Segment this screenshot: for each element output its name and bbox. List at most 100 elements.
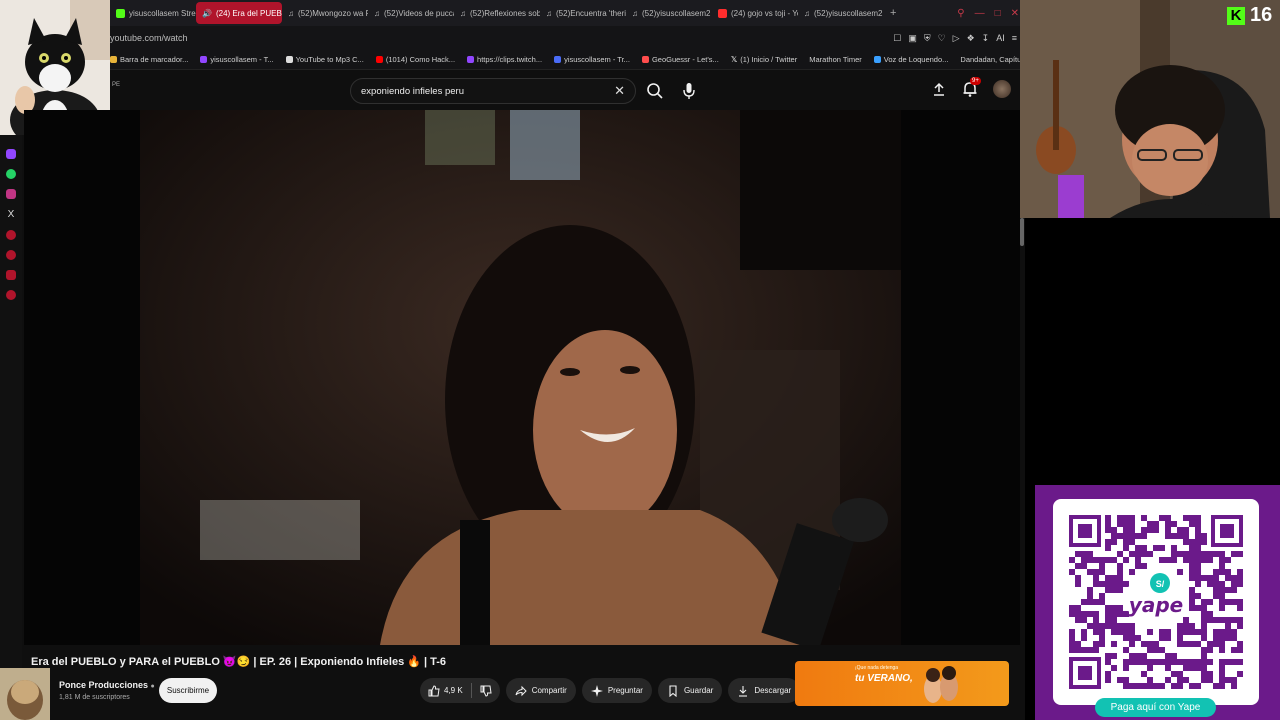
clear-search-icon[interactable]: ✕ xyxy=(614,83,625,99)
qr-module xyxy=(1225,677,1231,683)
subscribe-button[interactable]: Suscribirme xyxy=(159,678,217,703)
qr-module xyxy=(1207,677,1213,683)
like-button[interactable]: 4,9 K xyxy=(420,684,471,697)
bookmark-item[interactable]: GeoGuessr - Let's... xyxy=(641,55,719,64)
qr-module xyxy=(1213,641,1219,647)
browser-tab[interactable]: ♫ (52)yisuscollasem2 xyxy=(798,2,884,24)
new-tab-icon[interactable]: + xyxy=(884,7,902,19)
screenshot-icon[interactable]: ▣ xyxy=(908,33,917,44)
channel-avatar[interactable] xyxy=(0,668,50,720)
qr-module xyxy=(1129,635,1135,641)
qr-module xyxy=(1129,683,1135,689)
shield-icon[interactable]: ⛨ xyxy=(924,33,931,44)
bookmark-item[interactable]: (1014) Como Hack... xyxy=(375,55,455,64)
download-button[interactable]: Descargar xyxy=(728,678,801,703)
upload-icon[interactable] xyxy=(931,81,947,97)
bookmark-icon[interactable]: ☐ xyxy=(893,33,901,44)
ask-button[interactable]: Preguntar xyxy=(581,678,652,703)
browser-tab[interactable]: ♫ (52)Encuentra 'theric xyxy=(540,2,626,24)
qr-module xyxy=(1219,599,1225,605)
extension-icon[interactable] xyxy=(6,270,16,280)
bookmark-item[interactable]: Barra de marcador... xyxy=(110,55,188,64)
bookmark-item[interactable]: Dandadan, Capítul... xyxy=(960,55,1029,64)
play-icon[interactable]: ▷ xyxy=(953,33,960,44)
qr-module xyxy=(1081,635,1087,641)
save-button[interactable]: Guardar xyxy=(657,678,723,703)
search-tabs-icon[interactable]: ⚲ xyxy=(957,8,964,19)
url-field[interactable]: youtube.com/watch xyxy=(110,33,188,43)
viewer-count: 16 xyxy=(1250,4,1273,26)
qr-module xyxy=(1099,569,1105,575)
browser-tab[interactable]: (24) gojo vs toji - Yo xyxy=(712,2,798,24)
dislike-button[interactable] xyxy=(472,685,500,697)
qr-module xyxy=(1081,617,1087,623)
browser-tab[interactable]: ♫ (52)Mwongozo wa P xyxy=(282,2,368,24)
qr-module xyxy=(1201,539,1207,545)
qr-module xyxy=(1171,557,1177,563)
instagram-icon[interactable] xyxy=(6,189,16,199)
channel-name[interactable]: Ponce Producciones ● xyxy=(59,680,155,690)
qr-module xyxy=(1231,617,1237,623)
bookmark-item[interactable]: yisuscollasem - Tr... xyxy=(554,55,630,64)
bookmark-item[interactable]: https://clips.twitch... xyxy=(467,55,542,64)
qr-module xyxy=(1225,569,1231,575)
search-icon[interactable] xyxy=(644,80,666,102)
qr-module xyxy=(1189,641,1195,647)
twitch-icon[interactable] xyxy=(6,149,16,159)
notifications-button[interactable]: 9+ xyxy=(961,77,981,98)
settings-icon[interactable] xyxy=(6,290,16,300)
bookmark-item[interactable]: Voz de Loquendo... xyxy=(873,55,948,64)
qr-module xyxy=(1237,551,1243,557)
record-icon[interactable] xyxy=(6,230,16,240)
qr-module xyxy=(1111,617,1117,623)
browser-tab[interactable]: ♫ (52)yisuscollasem2 xyxy=(626,2,712,24)
bookmark-item[interactable]: yisuscollasem - T... xyxy=(200,55,274,64)
bookmark-item[interactable]: Marathon Timer xyxy=(809,55,862,64)
download-icon[interactable]: ↧ xyxy=(982,33,990,44)
whatsapp-icon[interactable] xyxy=(6,169,16,179)
minimize-icon[interactable]: — xyxy=(975,8,985,19)
heart-icon[interactable]: ♡ xyxy=(938,33,946,44)
ad-banner[interactable]: ¡Que nada detenga tu VERANO, xyxy=(795,661,1009,706)
close-icon[interactable]: ✕ xyxy=(1011,8,1019,19)
browser-tab[interactable]: ♫ (52)Reflexiones sob xyxy=(454,2,540,24)
x-icon[interactable]: X xyxy=(8,209,15,220)
qr-module xyxy=(1165,635,1171,641)
qr-module xyxy=(1093,647,1099,653)
qr-module xyxy=(1093,557,1099,563)
clock-icon[interactable] xyxy=(6,250,16,260)
qr-module xyxy=(1189,563,1195,569)
qr-module xyxy=(1159,647,1165,653)
video-player[interactable] xyxy=(24,110,1020,645)
qr-module xyxy=(1093,599,1099,605)
video-title: Era del PUEBLO y PARA el PUEBLO 😈😏 | EP.… xyxy=(31,656,447,668)
bookmark-label: https://clips.twitch... xyxy=(477,55,543,64)
search-input[interactable]: exponiendo infieles peru ✕ xyxy=(350,78,636,104)
qr-module xyxy=(1123,665,1129,671)
microphone-icon[interactable] xyxy=(678,80,700,102)
maximize-icon[interactable]: □ xyxy=(995,8,1001,19)
bookmark-item[interactable]: 𝕏 (1) Inicio / Twitter xyxy=(731,55,797,64)
menu-icon[interactable]: ≡ xyxy=(1012,33,1017,44)
scrollbar-thumb[interactable] xyxy=(1020,218,1024,246)
qr-module xyxy=(1093,629,1099,635)
ai-label[interactable]: AI xyxy=(996,33,1005,44)
extensions-icon[interactable]: ❖ xyxy=(967,33,975,44)
qr-module xyxy=(1129,569,1135,575)
qr-module xyxy=(1129,653,1135,659)
avatar[interactable] xyxy=(993,80,1011,98)
qr-module xyxy=(1105,617,1111,623)
qr-module xyxy=(1189,515,1195,521)
browser-tab-active[interactable]: 🔊 (24) Era del PUEBLO y xyxy=(196,2,282,24)
yape-pay-button[interactable]: Paga aquí con Yape xyxy=(1095,698,1216,717)
share-button[interactable]: Compartir xyxy=(505,678,576,703)
qr-module xyxy=(1141,551,1147,557)
qr-module xyxy=(1093,623,1099,629)
qr-module xyxy=(1123,635,1129,641)
share-icon xyxy=(515,685,527,696)
qr-module xyxy=(1177,677,1183,683)
qr-module xyxy=(1117,581,1123,587)
bookmark-item[interactable]: YouTube to Mp3 C... xyxy=(285,55,364,64)
browser-tab[interactable]: ♫ (52)Videos de pucca xyxy=(368,2,454,24)
browser-tab[interactable]: yisuscollasem Stream xyxy=(110,2,196,24)
